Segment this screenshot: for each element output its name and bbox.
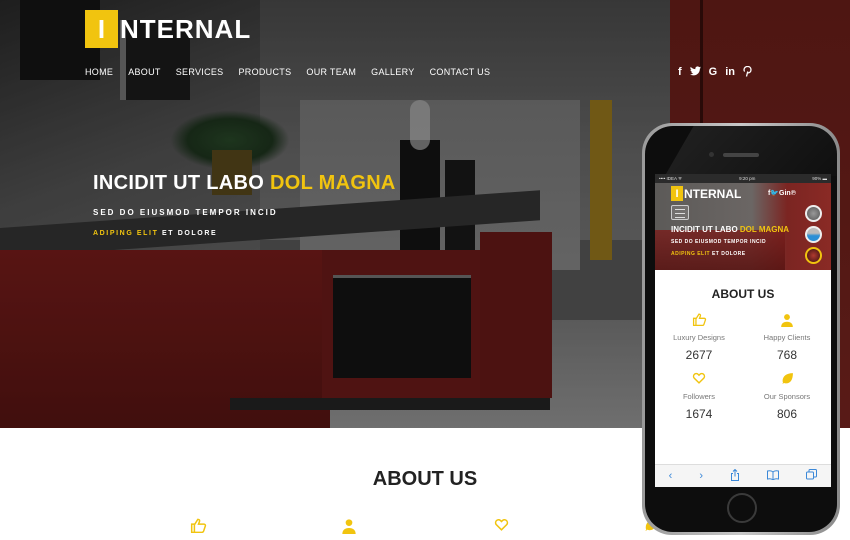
stat-item: Luxury Designs 2677 <box>655 313 743 362</box>
forward-icon[interactable]: › <box>699 470 703 482</box>
facebook-icon[interactable]: f <box>678 66 682 80</box>
mobile-tagline-highlight: ADIPING ELIT <box>671 251 711 257</box>
logo-mark: I <box>85 10 118 48</box>
hero-title-main: INCIDIT UT LABO <box>93 172 271 194</box>
phone-speaker <box>723 153 759 157</box>
hero-tagline-highlight: ADIPING ELIT <box>93 230 159 237</box>
slider-thumbnail-1[interactable] <box>805 205 822 222</box>
user-icon <box>341 518 357 538</box>
stat-item: Our Sponsors 806 <box>743 372 831 421</box>
phone-body: •••• IDEA ᯤ 9:20 pm 90% ▬ I NTERNAL f🐦Gi… <box>645 126 837 532</box>
phone-glare <box>664 126 837 176</box>
phone-mockup: •••• IDEA ᯤ 9:20 pm 90% ▬ I NTERNAL f🐦Gi… <box>642 123 840 535</box>
tabs-icon[interactable] <box>806 469 818 483</box>
phone-screen: •••• IDEA ᯤ 9:20 pm 90% ▬ I NTERNAL f🐦Gi… <box>655 174 831 487</box>
stat-label: Luxury Designs <box>673 333 725 342</box>
hamburger-menu-icon[interactable] <box>671 205 689 220</box>
status-carrier: •••• IDEA ᯤ <box>659 175 683 181</box>
nav-products[interactable]: PRODUCTS <box>238 67 291 77</box>
hero-tagline: ADIPING ELIT ET DOLORE <box>93 230 217 237</box>
nav-our-team[interactable]: OUR TEAM <box>306 67 356 77</box>
mobile-social-icons[interactable]: f🐦Gin℗ <box>768 189 796 197</box>
nav-home[interactable]: HOME <box>85 67 113 77</box>
twitter-icon[interactable] <box>689 66 701 80</box>
leaf-icon <box>743 372 831 388</box>
nav-gallery[interactable]: GALLERY <box>371 67 414 77</box>
stat-label: Happy Clients <box>763 333 811 342</box>
thumbs-up-icon <box>655 313 743 329</box>
stat-value: 2677 <box>685 348 713 362</box>
mobile-hero-title: INCIDIT UT LABO DOL MAGNA <box>671 225 789 234</box>
mobile-logo-word: NTERNAL <box>684 186 742 201</box>
share-icon[interactable] <box>730 468 740 484</box>
back-icon[interactable]: ‹ <box>669 470 673 482</box>
heart-icon <box>494 518 509 535</box>
mobile-hero-title-highlight: DOL MAGNA <box>739 225 790 234</box>
bookmarks-icon[interactable] <box>767 469 780 483</box>
user-icon <box>743 313 831 329</box>
slider-thumbnail-2[interactable] <box>805 226 822 243</box>
mobile-hero-title-main: INCIDIT UT LABO <box>671 225 740 234</box>
thumbs-up-icon <box>190 518 207 537</box>
home-button[interactable] <box>727 493 757 523</box>
google-icon[interactable]: G <box>709 66 718 80</box>
browser-toolbar: ‹ › <box>655 464 831 487</box>
hero-title: INCIDIT UT LABO DOL MAGNA <box>93 172 396 195</box>
mobile-hero-bg <box>655 230 785 270</box>
mobile-about-title: ABOUT US <box>711 287 775 301</box>
site-logo[interactable]: I NTERNAL <box>85 10 251 48</box>
nav-services[interactable]: SERVICES <box>176 67 224 77</box>
stat-label: Followers <box>682 392 716 401</box>
hero-tagline-rest: ET DOLORE <box>158 230 218 237</box>
status-time: 9:20 pm <box>739 176 756 181</box>
pinterest-icon[interactable] <box>743 65 752 80</box>
mobile-hero-subtitle: SED DO EIUSMOD TEMPOR INCID <box>671 239 767 245</box>
mobile-logo[interactable]: I NTERNAL <box>671 186 741 201</box>
stat-label: Our Sponsors <box>763 392 811 401</box>
hero-title-highlight: DOL MAGNA <box>270 172 396 194</box>
mobile-hero-tagline: ADIPING ELIT ET DOLORE <box>671 251 746 257</box>
linkedin-icon[interactable]: in <box>725 66 735 80</box>
social-links: f G in <box>678 65 752 80</box>
hero-subtitle: SED DO EIUSMOD TEMPOR INCID <box>93 208 278 217</box>
mobile-hero: I NTERNAL f🐦Gin℗ INCIDIT UT LABO DOL MAG… <box>655 183 831 270</box>
stat-value: 1674 <box>685 407 713 421</box>
page: I NTERNAL HOME ABOUT SERVICES PRODUCTS O… <box>0 0 850 540</box>
mobile-logo-mark: I <box>671 186 683 201</box>
slider-thumbnail-3[interactable] <box>805 247 822 264</box>
heart-icon <box>655 372 743 388</box>
camera-icon <box>709 152 714 157</box>
nav-contact-us[interactable]: CONTACT US <box>430 67 491 77</box>
mobile-tagline-rest: ET DOLORE <box>710 251 746 257</box>
stat-value: 768 <box>776 348 798 362</box>
stat-value: 806 <box>776 407 798 421</box>
stat-item: Followers 1674 <box>655 372 743 421</box>
status-bar: •••• IDEA ᯤ 9:20 pm 90% ▬ <box>655 174 831 183</box>
mobile-stats-grid: Luxury Designs 2677 Happy Clients 768 Fo… <box>655 313 831 421</box>
nav-about[interactable]: ABOUT <box>128 67 161 77</box>
logo-word: NTERNAL <box>120 13 252 44</box>
stat-item: Happy Clients 768 <box>743 313 831 362</box>
status-battery: 90% ▬ <box>812 176 827 181</box>
main-nav: HOME ABOUT SERVICES PRODUCTS OUR TEAM GA… <box>85 67 505 77</box>
